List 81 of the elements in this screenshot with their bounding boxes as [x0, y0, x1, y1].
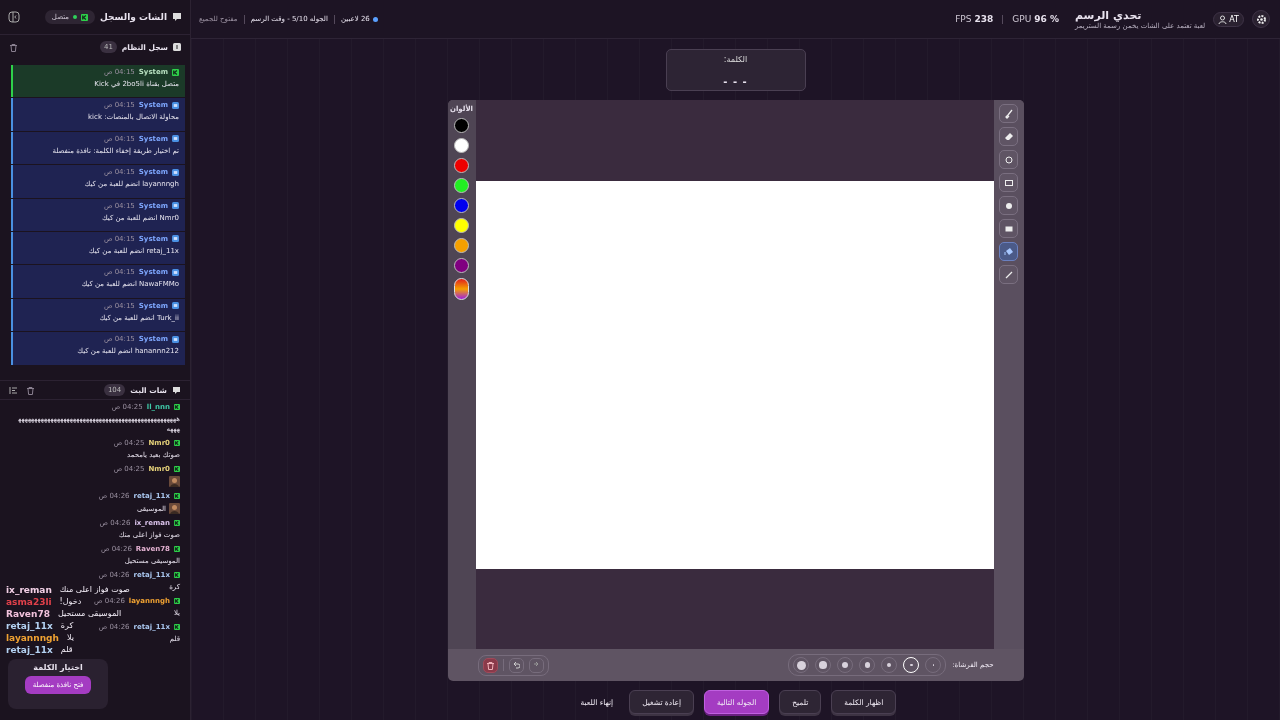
system-icon — [172, 202, 179, 210]
system-icon — [172, 268, 179, 276]
popup-title: اختيار الكلمة — [33, 663, 83, 672]
trash-icon[interactable] — [9, 42, 18, 52]
system-icon — [172, 335, 179, 343]
platform-icon — [174, 493, 180, 499]
color-swatch[interactable] — [454, 118, 469, 133]
system-icon — [172, 235, 179, 243]
platform-icon — [174, 572, 180, 578]
tool-button[interactable] — [999, 242, 1018, 261]
word-label: الكلمة: — [723, 55, 748, 64]
platform-icon — [174, 520, 180, 526]
overlay-message: قلم — [60, 645, 73, 654]
platform-icon — [174, 466, 180, 472]
brush-icon — [1003, 108, 1014, 119]
overlay-message: دخول! — [59, 597, 82, 606]
stat-label: FPS — [955, 14, 972, 24]
overlay-message: صوت فواز اعلى منك — [59, 585, 130, 594]
color-swatch[interactable] — [454, 158, 469, 173]
system-icon — [172, 168, 179, 176]
tool-button[interactable] — [999, 150, 1018, 169]
platform-icon — [174, 546, 180, 552]
platform-icon — [174, 440, 180, 446]
word-hint: - - - — [723, 76, 748, 87]
redo-icon — [532, 661, 540, 669]
menu-icon[interactable] — [9, 385, 18, 395]
overlay-username: ix_reman — [6, 584, 52, 595]
overlay-username: retaj_11x — [6, 644, 53, 655]
overlay-username: asma23li — [6, 596, 52, 607]
color-swatch[interactable] — [454, 198, 469, 213]
rectangle-icon — [1003, 177, 1014, 188]
platform-icon — [174, 624, 180, 630]
tool-button[interactable] — [999, 265, 1018, 284]
eraser-icon — [1003, 131, 1014, 142]
settings-button[interactable] — [1252, 10, 1270, 28]
color-swatch[interactable] — [454, 178, 469, 193]
trash-icon — [485, 660, 495, 670]
color-swatch[interactable] — [454, 238, 469, 253]
overlay-message: كرة — [60, 621, 74, 630]
color-swatch[interactable] — [454, 138, 469, 153]
stat-value: 96 % — [1034, 14, 1059, 24]
platform-icon — [174, 404, 180, 410]
tool-button[interactable] — [999, 104, 1018, 123]
platform-icon — [81, 13, 89, 21]
chat-icon — [172, 385, 181, 395]
account-button[interactable]: AT — [1213, 11, 1244, 27]
fill-bucket-icon — [1003, 246, 1014, 257]
panel-toggle-icon[interactable] — [8, 11, 20, 23]
platform-icon — [174, 598, 180, 604]
tool-button[interactable] — [999, 173, 1018, 192]
overlay-username: retaj_11x — [6, 620, 53, 631]
tool-button[interactable] — [999, 127, 1018, 146]
filled-circle-icon — [1003, 200, 1014, 211]
app-title: تحدي الرسم — [1074, 8, 1142, 22]
stat-value: 238 — [974, 14, 994, 24]
circle-icon — [1003, 154, 1014, 165]
status-dot-icon — [372, 16, 378, 22]
trash-icon[interactable] — [26, 385, 35, 395]
overlay-username: layannngh — [6, 632, 59, 643]
undo-icon — [512, 661, 520, 669]
clear-button[interactable] — [482, 657, 498, 673]
color-swatch[interactable] — [454, 218, 469, 233]
system-icon — [172, 135, 179, 143]
system-icon — [172, 101, 179, 109]
settings-icon — [1255, 13, 1267, 25]
color-picker[interactable] — [454, 278, 469, 300]
sidebar-title: الشات والسجل — [100, 12, 167, 22]
system-icon — [172, 302, 179, 310]
color-swatch[interactable] — [454, 258, 469, 273]
platform-icon — [172, 68, 179, 76]
overlay-message: يلا — [66, 633, 74, 642]
chat-icon — [172, 12, 182, 22]
overlay-message: الموسيقى مستحيل — [57, 609, 122, 618]
tool-button[interactable] — [999, 219, 1018, 238]
stat-label: GPU — [1012, 14, 1032, 24]
info-icon — [173, 43, 181, 51]
undo-button[interactable] — [508, 657, 524, 673]
overlay-username: Raven78 — [6, 608, 50, 619]
tool-button[interactable] — [999, 196, 1018, 215]
line-icon — [1003, 269, 1014, 280]
user-icon — [1218, 14, 1228, 24]
